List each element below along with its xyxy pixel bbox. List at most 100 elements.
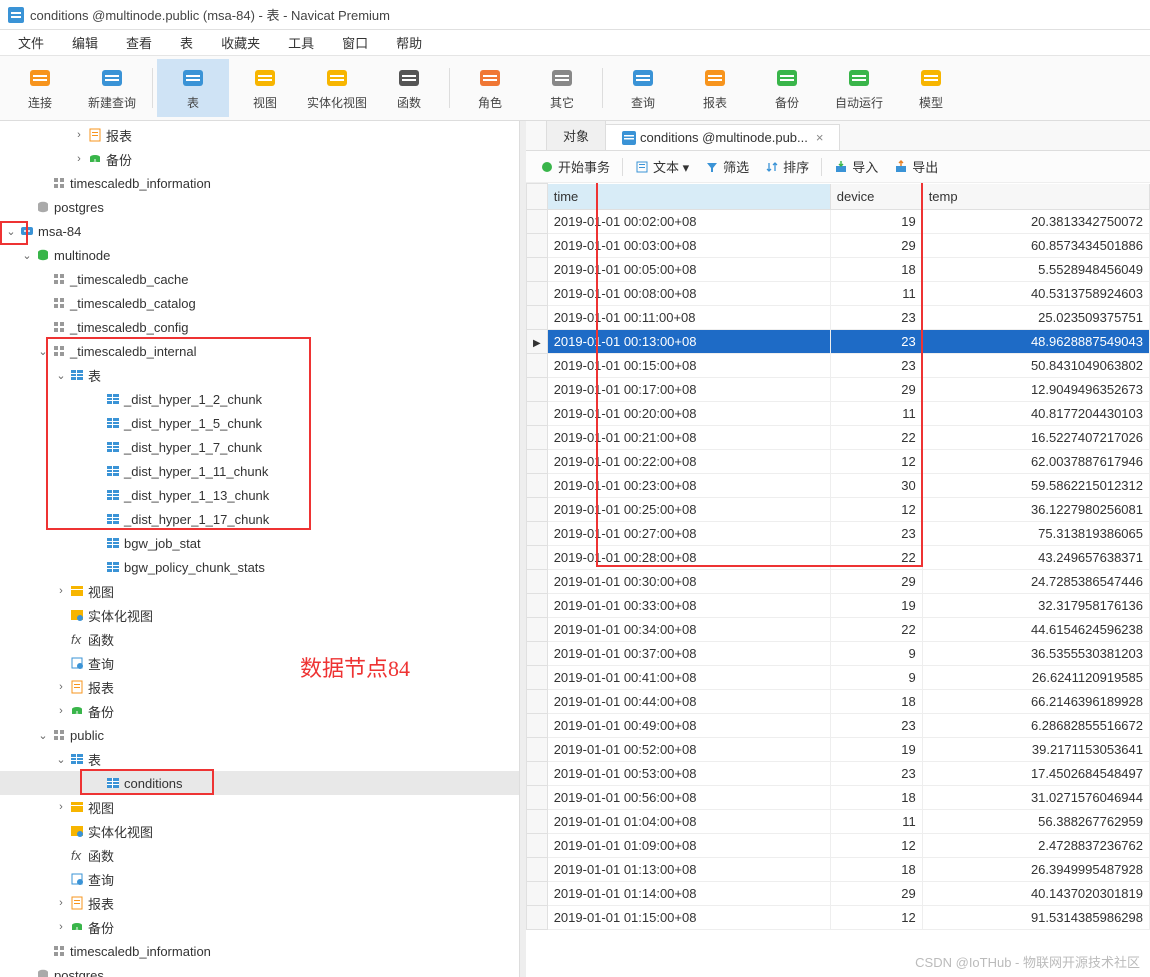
cell-time[interactable]: 2019-01-01 00:11:00+08: [547, 306, 830, 330]
tree-item[interactable]: postgres: [0, 963, 519, 977]
cell-device[interactable]: 9: [830, 642, 922, 666]
cell-device[interactable]: 9: [830, 666, 922, 690]
tree-item[interactable]: fx 函数: [0, 627, 519, 651]
cell-time[interactable]: 2019-01-01 01:14:00+08: [547, 882, 830, 906]
tree-item[interactable]: 实体化视图: [0, 819, 519, 843]
expand-arrow-icon[interactable]: ⌄: [36, 729, 50, 742]
table-row[interactable]: 2019-01-01 00:13:00+08 23 48.96288875490…: [527, 330, 1150, 354]
cell-time[interactable]: 2019-01-01 00:33:00+08: [547, 594, 830, 618]
cell-device[interactable]: 29: [830, 570, 922, 594]
begin-transaction-button[interactable]: 开始事务: [534, 155, 616, 178]
cell-temp[interactable]: 75.313819386065: [922, 522, 1149, 546]
table-row[interactable]: 2019-01-01 00:56:00+08 18 31.02715760469…: [527, 786, 1150, 810]
tree-item[interactable]: ⌄ 表: [0, 747, 519, 771]
expand-arrow-icon[interactable]: ⌄: [54, 753, 68, 766]
cell-temp[interactable]: 91.5314385986298: [922, 906, 1149, 930]
table-row[interactable]: 2019-01-01 01:09:00+08 12 2.472883723676…: [527, 834, 1150, 858]
cell-time[interactable]: 2019-01-01 00:03:00+08: [547, 234, 830, 258]
expand-arrow-icon[interactable]: ›: [54, 801, 68, 813]
table-row[interactable]: 2019-01-01 01:14:00+08 29 40.14370203018…: [527, 882, 1150, 906]
cell-device[interactable]: 12: [830, 906, 922, 930]
cell-temp[interactable]: 59.5862215012312: [922, 474, 1149, 498]
cell-device[interactable]: 30: [830, 474, 922, 498]
cell-device[interactable]: 12: [830, 498, 922, 522]
table-row[interactable]: 2019-01-01 00:03:00+08 29 60.85734345018…: [527, 234, 1150, 258]
cell-time[interactable]: 2019-01-01 00:20:00+08: [547, 402, 830, 426]
cell-device[interactable]: 11: [830, 402, 922, 426]
table-row[interactable]: 2019-01-01 00:44:00+08 18 66.21463961899…: [527, 690, 1150, 714]
tree-item[interactable]: 查询: [0, 651, 519, 675]
toolbar-button[interactable]: 实体化视图: [301, 59, 373, 117]
toolbar-button[interactable]: 自动运行: [823, 59, 895, 117]
sort-button[interactable]: 排序: [759, 155, 815, 178]
cell-device[interactable]: 22: [830, 546, 922, 570]
cell-device[interactable]: 23: [830, 762, 922, 786]
cell-temp[interactable]: 66.2146396189928: [922, 690, 1149, 714]
column-header[interactable]: temp: [922, 184, 1149, 210]
cell-temp[interactable]: 16.5227407217026: [922, 426, 1149, 450]
expand-arrow-icon[interactable]: ⌄: [54, 369, 68, 382]
cell-device[interactable]: 12: [830, 834, 922, 858]
tree-item[interactable]: _timescaledb_cache: [0, 267, 519, 291]
table-row[interactable]: 2019-01-01 00:05:00+08 18 5.552894845604…: [527, 258, 1150, 282]
table-row[interactable]: 2019-01-01 00:34:00+08 22 44.61546245962…: [527, 618, 1150, 642]
import-button[interactable]: 导入: [828, 155, 884, 178]
cell-time[interactable]: 2019-01-01 00:15:00+08: [547, 354, 830, 378]
cell-device[interactable]: 22: [830, 426, 922, 450]
table-row[interactable]: 2019-01-01 00:17:00+08 29 12.90494963526…: [527, 378, 1150, 402]
tree-item[interactable]: ⌄ 表: [0, 363, 519, 387]
tree-item[interactable]: › 备份: [0, 699, 519, 723]
cell-temp[interactable]: 26.6241120919585: [922, 666, 1149, 690]
tree-item[interactable]: 实体化视图: [0, 603, 519, 627]
table-row[interactable]: 2019-01-01 00:02:00+08 19 20.38133427500…: [527, 210, 1150, 234]
tree-item[interactable]: bgw_policy_chunk_stats: [0, 555, 519, 579]
cell-device[interactable]: 23: [830, 522, 922, 546]
table-row[interactable]: 2019-01-01 00:28:00+08 22 43.24965763837…: [527, 546, 1150, 570]
cell-temp[interactable]: 12.9049496352673: [922, 378, 1149, 402]
cell-device[interactable]: 29: [830, 378, 922, 402]
cell-device[interactable]: 11: [830, 810, 922, 834]
cell-time[interactable]: 2019-01-01 00:44:00+08: [547, 690, 830, 714]
cell-device[interactable]: 12: [830, 450, 922, 474]
cell-temp[interactable]: 32.317958176136: [922, 594, 1149, 618]
table-row[interactable]: 2019-01-01 00:22:00+08 12 62.00378876179…: [527, 450, 1150, 474]
toolbar-button[interactable]: 模型: [895, 59, 967, 117]
menu-item[interactable]: 窗口: [328, 31, 382, 54]
cell-device[interactable]: 23: [830, 330, 922, 354]
cell-time[interactable]: 2019-01-01 01:04:00+08: [547, 810, 830, 834]
cell-time[interactable]: 2019-01-01 00:23:00+08: [547, 474, 830, 498]
menu-item[interactable]: 工具: [274, 31, 328, 54]
table-row[interactable]: 2019-01-01 00:52:00+08 19 39.21711530536…: [527, 738, 1150, 762]
text-mode-button[interactable]: 文本 ▾: [629, 155, 695, 178]
menu-item[interactable]: 收藏夹: [207, 31, 274, 54]
table-row[interactable]: 2019-01-01 00:23:00+08 30 59.58622150123…: [527, 474, 1150, 498]
cell-temp[interactable]: 24.7285386547446: [922, 570, 1149, 594]
cell-time[interactable]: 2019-01-01 00:05:00+08: [547, 258, 830, 282]
close-icon[interactable]: ×: [816, 130, 824, 145]
cell-temp[interactable]: 26.3949995487928: [922, 858, 1149, 882]
menu-item[interactable]: 查看: [112, 31, 166, 54]
toolbar-button[interactable]: 角色: [454, 59, 526, 117]
cell-temp[interactable]: 31.0271576046944: [922, 786, 1149, 810]
cell-time[interactable]: 2019-01-01 00:28:00+08: [547, 546, 830, 570]
cell-device[interactable]: 29: [830, 234, 922, 258]
tree-item[interactable]: › 报表: [0, 891, 519, 915]
table-row[interactable]: 2019-01-01 01:15:00+08 12 91.53143859862…: [527, 906, 1150, 930]
menu-item[interactable]: 表: [166, 31, 207, 54]
navigation-tree[interactable]: › 报表 › 备份 timescaledb_information postgr…: [0, 121, 519, 977]
toolbar-button[interactable]: 报表: [679, 59, 751, 117]
cell-temp[interactable]: 40.5313758924603: [922, 282, 1149, 306]
cell-device[interactable]: 18: [830, 690, 922, 714]
cell-time[interactable]: 2019-01-01 00:25:00+08: [547, 498, 830, 522]
toolbar-button[interactable]: 查询: [607, 59, 679, 117]
tree-item[interactable]: _dist_hyper_1_7_chunk: [0, 435, 519, 459]
tree-item[interactable]: postgres: [0, 195, 519, 219]
table-row[interactable]: 2019-01-01 00:53:00+08 23 17.45026845484…: [527, 762, 1150, 786]
expand-arrow-icon[interactable]: ⌄: [20, 249, 34, 262]
tree-item[interactable]: _timescaledb_catalog: [0, 291, 519, 315]
cell-time[interactable]: 2019-01-01 01:09:00+08: [547, 834, 830, 858]
cell-device[interactable]: 22: [830, 618, 922, 642]
cell-time[interactable]: 2019-01-01 00:13:00+08: [547, 330, 830, 354]
expand-arrow-icon[interactable]: ›: [54, 681, 68, 693]
tree-item[interactable]: › 备份: [0, 915, 519, 939]
